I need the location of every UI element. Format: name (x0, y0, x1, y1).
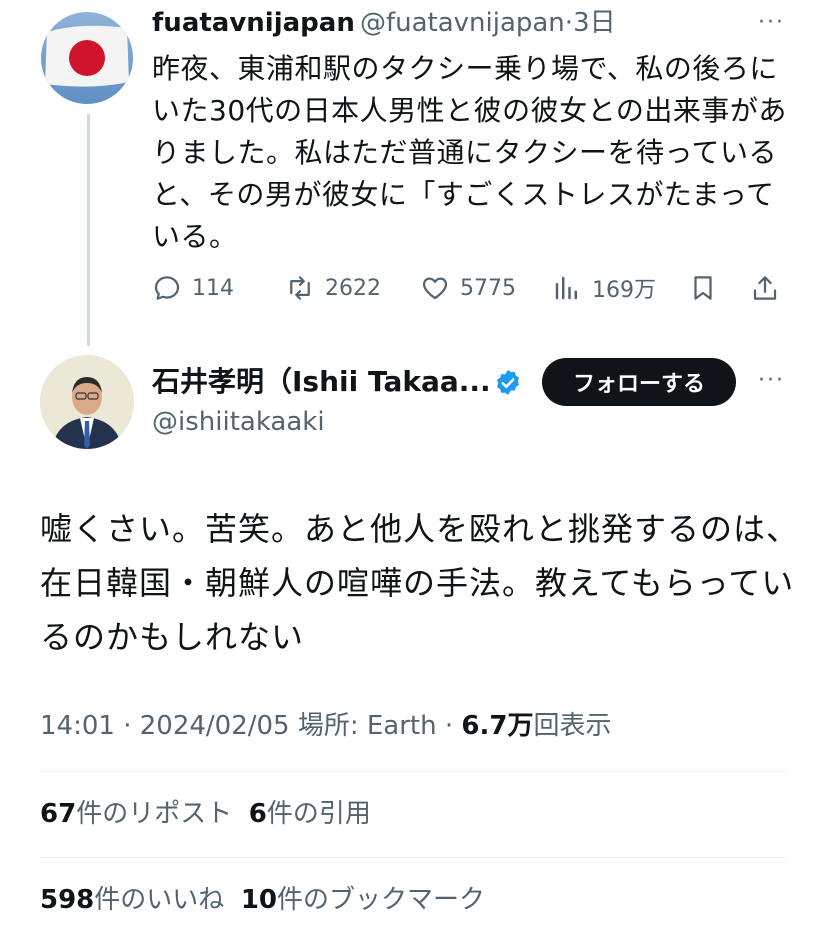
like-button[interactable]: 5775 (420, 270, 516, 306)
tweet-time[interactable]: 14:01 (40, 711, 115, 741)
like-count: 5775 (460, 275, 516, 301)
quotes-count: 6 (248, 799, 267, 829)
divider (40, 857, 786, 858)
author-handle[interactable]: @ishiitakaaki (152, 404, 325, 440)
reply-count: 114 (192, 275, 234, 301)
meta-separator: · (436, 711, 462, 741)
quoted-tweet-text: 昨夜、東浦和駅のタクシー乗り場で、私の後ろにいた30代の日本人男性と彼の彼女との… (152, 52, 787, 253)
meta-separator: · (114, 711, 140, 741)
divider (40, 771, 786, 772)
views-button[interactable]: 169万 (552, 270, 656, 306)
share-icon (753, 276, 777, 300)
quoted-handle[interactable]: @fuatavnijapan (360, 8, 565, 38)
stats-row-likes: 598件のいいね 10件のブックマーク (40, 882, 485, 918)
quoted-more-button[interactable]: ··· (758, 10, 785, 35)
quotes-label: 件の引用 (266, 799, 371, 829)
author-display-name[interactable]: 石井孝明（Ishii Takaa... (152, 364, 491, 400)
thread-line (87, 114, 90, 346)
quoted-time[interactable]: 3日 (573, 8, 616, 38)
bookmarks-count: 10 (240, 885, 278, 915)
quotes-link[interactable]: 6件の引用 (249, 799, 371, 829)
quoted-tweet-header: fuatavnijapan @fuatavnijapan·3日 (152, 6, 616, 43)
follow-button[interactable]: フォローする (542, 358, 736, 406)
tweet-meta: 14:01 · 2024/02/05 場所: Earth · 6.7万回表示 (40, 708, 611, 744)
reply-icon (154, 276, 180, 300)
view-count: 169万 (592, 278, 656, 303)
share-button[interactable] (750, 270, 790, 306)
retweet-count: 2622 (325, 275, 381, 301)
likes-label: 件のいいね (94, 885, 225, 915)
retweet-button[interactable]: 2622 (285, 270, 381, 306)
stats-row-reposts: 67件のリポスト 6件の引用 (40, 796, 371, 832)
views-icon (555, 276, 577, 300)
main-tweet-text: 嘘くさい。苦笑。あと他人を殴れと挑発するのは、在日韓国・朝鮮人の喧嘩の手法。教え… (40, 510, 800, 656)
bookmark-button[interactable] (688, 270, 728, 306)
retweet-icon (290, 276, 310, 300)
bookmarks-link[interactable]: 10件のブックマーク (241, 885, 485, 915)
bookmark-icon (694, 276, 712, 300)
reposts-label: 件のリポスト (76, 799, 233, 829)
verified-badge-icon (493, 368, 523, 398)
avatar-fuatavnijapan[interactable] (41, 12, 133, 104)
tweet-location: 場所: Earth (289, 711, 437, 741)
avatar-ishiitakaaki[interactable] (40, 355, 134, 449)
reply-button[interactable]: 114 (152, 270, 234, 306)
likes-link[interactable]: 598件のいいね (40, 885, 224, 915)
reposts-link[interactable]: 67件のリポスト (40, 799, 232, 829)
separator-dot: · (564, 8, 574, 38)
bookmarks-label: 件のブックマーク (277, 885, 486, 915)
quoted-display-name[interactable]: fuatavnijapan (152, 8, 355, 38)
main-more-button[interactable]: ··· (758, 368, 785, 393)
views-count: 6.7万 (461, 711, 534, 741)
like-icon (422, 277, 448, 300)
likes-count: 598 (40, 885, 95, 915)
reposts-count: 67 (40, 799, 77, 829)
views-label: 回表示 (533, 711, 612, 741)
tweet-date[interactable]: 2024/02/05 (140, 711, 290, 741)
